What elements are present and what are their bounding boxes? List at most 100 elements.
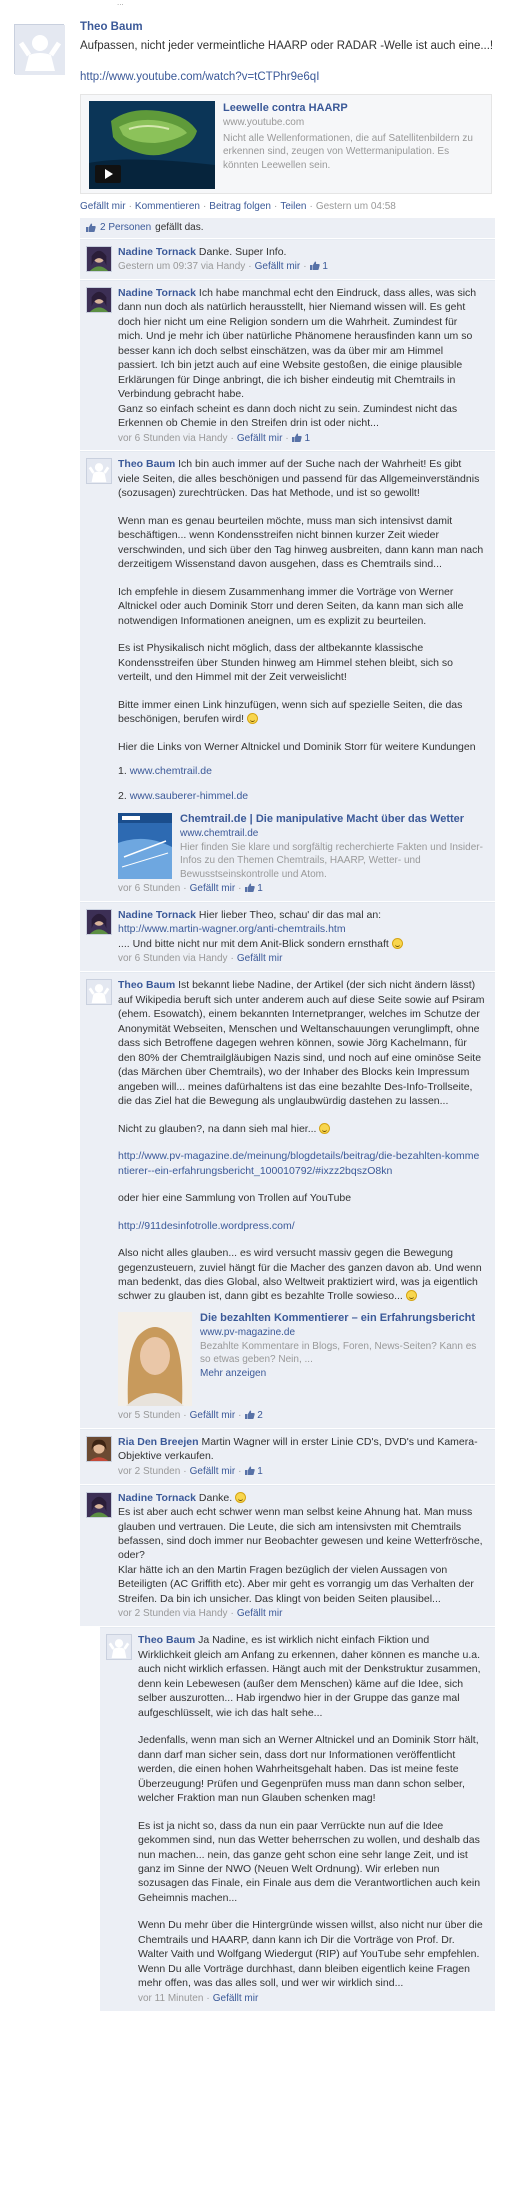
list-item: 2. www.sauberer-himmel.de: [118, 789, 249, 802]
comment-like-button[interactable]: Gefällt mir: [190, 883, 236, 894]
comment: Theo Baum Ja Nadine, es ist wirklich nic…: [100, 1627, 495, 2011]
comment-like-count[interactable]: 1: [322, 261, 328, 272]
comment-button[interactable]: Kommentieren: [135, 201, 200, 212]
video-thumbnail[interactable]: [89, 100, 215, 189]
post-text: Aufpassen, nicht jeder vermeintliche HAA…: [80, 39, 494, 52]
comment-like-count[interactable]: 1: [257, 1466, 263, 1477]
comment-timestamp: vor 6 Stunden via Handy: [118, 953, 228, 965]
link-preview[interactable]: Chemtrail.de | Die manipulative Macht üb…: [118, 813, 485, 881]
comment-like-button[interactable]: Gefällt mir: [190, 1410, 236, 1421]
link-preview-domain: www.youtube.com: [223, 117, 305, 129]
comment: Theo Baum Ist bekannt liebe Nadine, der …: [80, 972, 495, 1428]
comment-link[interactable]: http://www.martin-wagner.org/anti-chemtr…: [118, 923, 346, 935]
link-preview-title[interactable]: Leewelle contra HAARP: [223, 101, 483, 116]
comment-paragraph: Ich empfehle in diesem Zusammenhang imme…: [118, 585, 464, 627]
thumbs-up-icon: [244, 1410, 255, 1419]
avatar[interactable]: [86, 1435, 112, 1462]
link-preview-title[interactable]: Die bezahlten Kommentierer – ein Erfahru…: [200, 1312, 485, 1326]
like-button[interactable]: Gefällt mir: [80, 201, 126, 212]
comment-timestamp: vor 5 Stunden: [118, 1409, 181, 1421]
comment: Theo Baum Ich bin auch immer auf der Suc…: [80, 451, 495, 901]
comment-like-count[interactable]: 2: [257, 1410, 263, 1421]
likes-summary: 2 Personen gefällt das.: [80, 217, 495, 238]
share-button[interactable]: Teilen: [280, 201, 306, 212]
comment-like-button[interactable]: Gefällt mir: [237, 433, 283, 444]
comment-author[interactable]: Ria Den Breejen: [118, 1436, 199, 1448]
post: Theo Baum Aufpassen, nicht jeder vermein…: [0, 6, 505, 214]
comment-author[interactable]: Theo Baum: [118, 458, 175, 470]
post-author[interactable]: Theo Baum: [80, 20, 495, 36]
comment-author[interactable]: Nadine Tornack: [118, 287, 196, 299]
comment-meta: vor 5 Stunden · Gefällt mir · 2: [118, 1409, 263, 1421]
list-link[interactable]: www.sauberer-himmel.de: [130, 790, 248, 802]
comment-like-button[interactable]: Gefällt mir: [237, 1608, 283, 1619]
comment-text: Hier lieber Theo, schau' dir das mal an:: [198, 909, 382, 921]
post-actions: Gefällt mir · Kommentieren · Beitrag folgen ·…: [80, 200, 396, 212]
comment-author[interactable]: Nadine Tornack: [118, 1492, 196, 1504]
thumbs-up-icon: [291, 433, 302, 442]
comment-meta: vor 6 Stunden via Handy · Gefällt mir: [118, 953, 283, 965]
comment: Nadine Tornack Danke. Super Info. Gester…: [80, 238, 495, 279]
comment: Nadine Tornack Hier lieber Theo, schau' …: [80, 902, 495, 972]
comment-author[interactable]: Nadine Tornack: [118, 246, 196, 258]
comment-meta: vor 2 Stunden · Gefällt mir · 1: [118, 1465, 263, 1477]
link-preview[interactable]: Die bezahlten Kommentierer – ein Erfahru…: [118, 1311, 485, 1408]
avatar[interactable]: [86, 909, 112, 935]
link-preview-description: Bezahlte Kommentare in Blogs, Foren, New…: [200, 1340, 477, 1366]
comment-paragraph: Wenn man es genau beurteilen möchte, mus…: [118, 514, 484, 571]
smiley-icon: [319, 1122, 331, 1134]
comment-text: Danke. Super Info.: [198, 245, 287, 258]
comment-author[interactable]: Theo Baum: [118, 979, 175, 991]
comment-text: Ist bekannt liebe Nadine, der Artikel (d…: [118, 979, 485, 1108]
comment-like-button[interactable]: Gefällt mir: [237, 953, 283, 964]
comment-meta: vor 2 Stunden via Handy · Gefällt mir: [118, 1608, 283, 1620]
thumbs-up-icon: [244, 883, 255, 893]
comment-paragraph: Es ist ja nicht so, dass da nun ein paar…: [138, 1819, 481, 1904]
likes-count-link[interactable]: 2 Personen: [100, 221, 151, 235]
play-icon[interactable]: [95, 164, 121, 183]
comment-timestamp: vor 2 Stunden via Handy: [118, 1608, 228, 1620]
comment-paragraph: Es ist Physikalisch nicht möglich, dass …: [118, 642, 454, 684]
comment: Nadine Tornack Ich habe manchmal echt de…: [80, 279, 495, 451]
comment-like-count[interactable]: 1: [257, 883, 263, 894]
comment-link[interactable]: http://911desinfotrolle.wordpress.com/: [118, 1220, 295, 1232]
comment-like-button[interactable]: Gefällt mir: [255, 261, 301, 272]
list-link[interactable]: www.chemtrail.de: [130, 765, 212, 777]
comment-text: Ja Nadine, es ist wirklich nicht einfach…: [138, 1634, 481, 1719]
comment-author[interactable]: Nadine Tornack: [118, 909, 196, 921]
show-more-link[interactable]: Mehr anzeigen: [200, 1367, 485, 1381]
avatar[interactable]: [86, 1491, 112, 1518]
comment-like-button[interactable]: Gefällt mir: [213, 1993, 259, 2004]
link-preview-thumbnail[interactable]: [118, 1311, 192, 1406]
post-timestamp: Gestern um 04:58: [315, 200, 396, 212]
comment-paragraph: Jedenfalls, wenn man sich an Werner Altn…: [138, 1734, 479, 1805]
comment-timestamp: vor 6 Stunden via Handy: [118, 432, 228, 444]
link-preview-thumbnail[interactable]: [118, 813, 172, 880]
follow-post-button[interactable]: Beitrag folgen: [209, 201, 271, 212]
link-preview-title[interactable]: Chemtrail.de | Die manipulative Macht üb…: [180, 813, 485, 827]
comment-paragraph: .... Und bitte nicht nur mit dem Anit-Bl…: [118, 937, 485, 951]
comment-meta: Gestern um 09:37 via Handy · Gefällt mir · …: [118, 261, 328, 273]
comment-like-button[interactable]: Gefällt mir: [190, 1466, 236, 1477]
comment-timestamp: vor 2 Stunden: [118, 1465, 181, 1477]
avatar[interactable]: [86, 458, 112, 485]
thumbs-up-icon: [309, 261, 320, 271]
avatar[interactable]: [86, 979, 112, 1006]
comment-like-count[interactable]: 1: [305, 433, 311, 444]
comment-paragraph: oder hier eine Sammlung von Trollen auf …: [118, 1192, 352, 1205]
post-link[interactable]: http://www.youtube.com/watch?v=tCTPhr9e6…: [80, 70, 495, 86]
link-preview[interactable]: Leewelle contra HAARP www.youtube.com Ni…: [80, 93, 492, 194]
avatar[interactable]: [86, 245, 112, 272]
comment-timestamp: vor 6 Stunden: [118, 883, 181, 895]
comment-paragraph: Hier die Links von Werner Altnickel und …: [118, 740, 476, 753]
comment-paragraph: Nicht zu glauben?, na dann sieh mal hier…: [118, 1122, 485, 1136]
link-preview-domain: www.chemtrail.de: [180, 827, 259, 839]
comment-link[interactable]: http://www.pv-magazine.de/meinung/blogde…: [118, 1150, 479, 1176]
comment-author[interactable]: Theo Baum: [138, 1634, 195, 1646]
smiley-icon: [391, 937, 403, 949]
smiley-icon: [405, 1290, 417, 1302]
avatar[interactable]: [86, 286, 112, 313]
comment-paragraph: Es ist aber auch echt schwer wenn man se…: [118, 1506, 483, 1605]
avatar[interactable]: [14, 24, 65, 75]
avatar[interactable]: [106, 1634, 132, 1661]
